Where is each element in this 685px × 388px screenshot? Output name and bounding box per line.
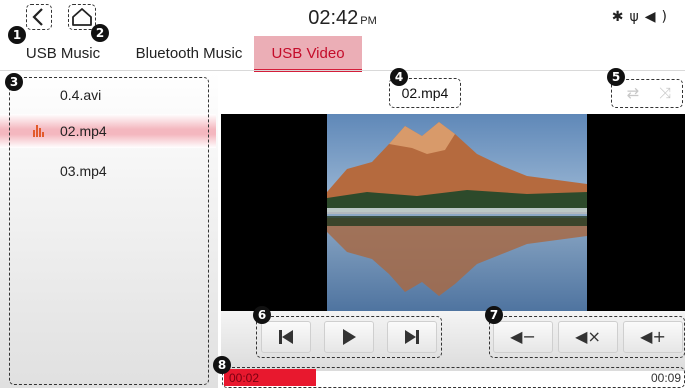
playback-controls (256, 316, 442, 358)
tab-bluetooth-music[interactable]: Bluetooth Music (126, 36, 252, 72)
next-button[interactable] (387, 321, 437, 353)
clock-time: 02:42 (308, 7, 359, 29)
callout-8: 8 (213, 356, 231, 374)
tab-usb-music[interactable]: USB Music (18, 36, 108, 72)
shuffle-icon[interactable]: ⤨ (654, 84, 676, 102)
previous-button[interactable] (261, 321, 311, 353)
volume-up-button[interactable]: ◀+ (623, 321, 683, 353)
total-time: 00:09 (650, 371, 681, 385)
usb-icon: ψ (629, 9, 645, 25)
volume-down-icon: ◀− (510, 327, 536, 346)
mute-button[interactable]: ◀× (558, 321, 618, 353)
playlist-outline (9, 77, 209, 385)
volume-down-button[interactable]: ◀− (493, 321, 553, 353)
callout-3: 3 (5, 73, 23, 91)
callout-4: 4 (390, 68, 408, 86)
callout-5: 5 (607, 68, 625, 86)
elapsed-time: 00:02 (229, 371, 260, 385)
play-icon (343, 329, 356, 345)
video-frame (327, 114, 587, 311)
play-button[interactable] (324, 321, 374, 353)
callout-1: 1 (8, 26, 26, 44)
bluetooth-icon: ✱ (611, 9, 630, 25)
volume-up-icon: ◀+ (640, 327, 666, 346)
system-icons: ✱ψ◀) (612, 9, 673, 25)
volume-icon: ◀) (644, 9, 673, 25)
volume-controls: ◀− ◀× ◀+ (489, 316, 685, 358)
callout-7: 7 (485, 306, 503, 324)
callout-6: 6 (253, 306, 271, 324)
repeat-icon[interactable]: ⇄ (622, 84, 644, 102)
tab-usb-video[interactable]: USB Video (254, 36, 362, 72)
previous-icon (279, 330, 293, 344)
mute-icon: ◀× (575, 327, 601, 346)
next-icon (405, 330, 419, 344)
progress-outline (222, 367, 685, 388)
callout-2: 2 (91, 24, 109, 42)
tab-divider (0, 70, 685, 71)
clock-ampm: PM (360, 15, 377, 27)
mountain-lake-image (327, 114, 587, 311)
